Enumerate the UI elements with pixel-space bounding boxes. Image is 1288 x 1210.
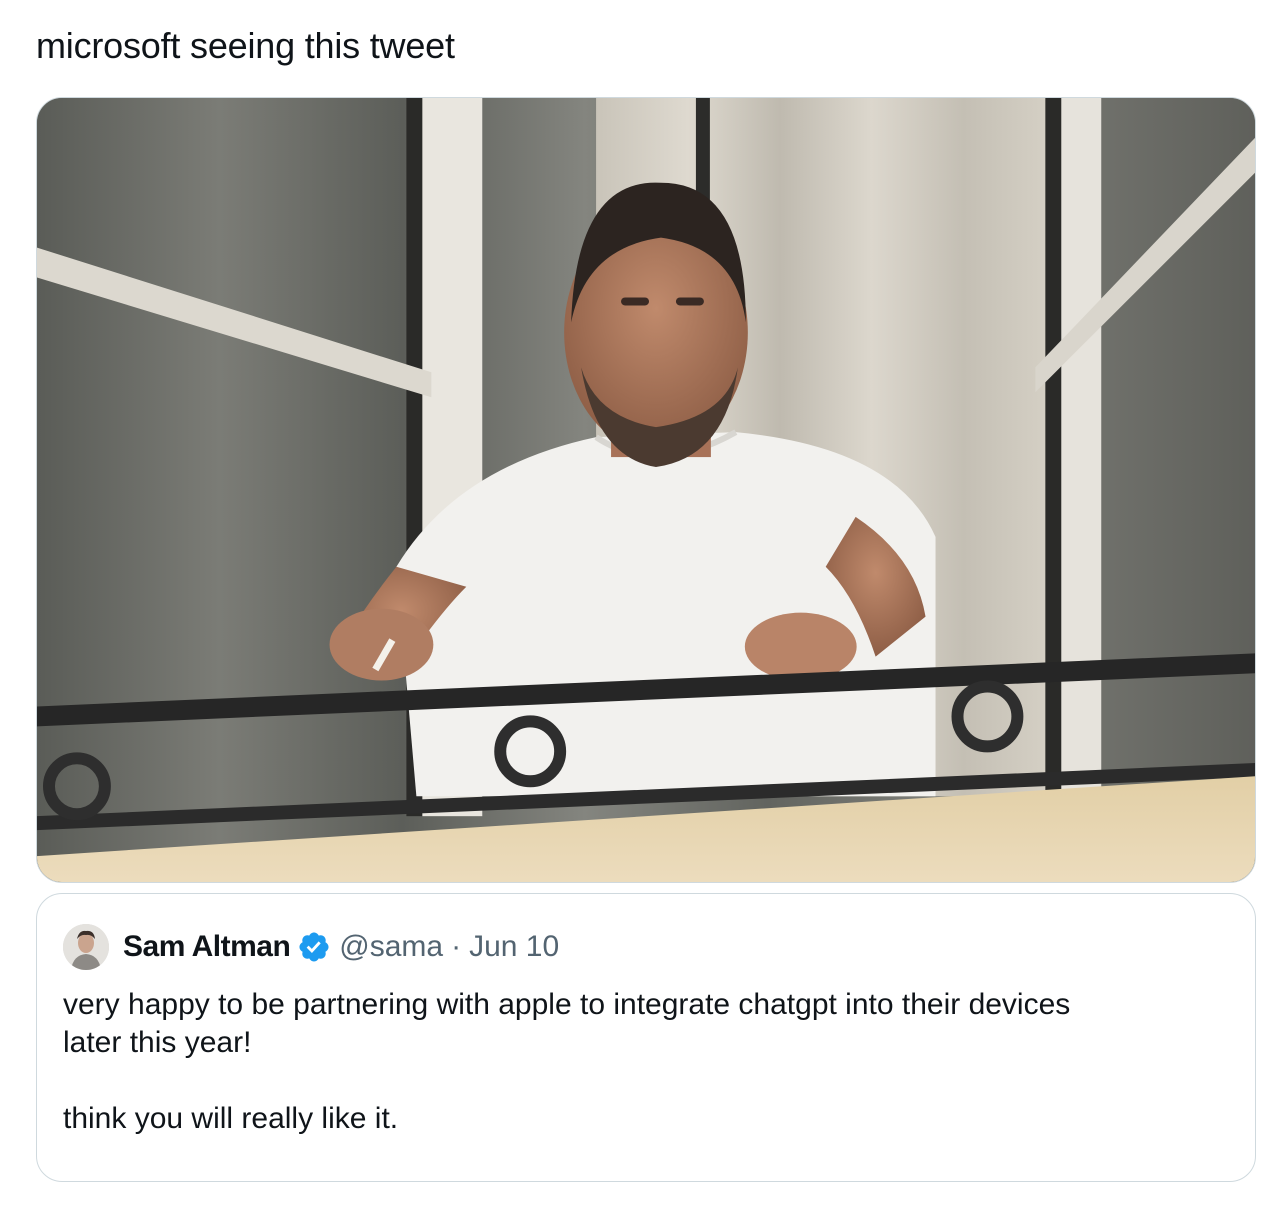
photo-illustration (37, 98, 1255, 882)
quoted-tweet-text: very happy to be partnering with apple t… (63, 988, 1071, 1135)
tweet-date[interactable]: Jun 10 (469, 930, 559, 964)
quoted-tweet[interactable]: Sam Altman @sama · Jun 10 very happy to … (36, 893, 1256, 1182)
separator: · (451, 930, 462, 963)
avatar[interactable] (63, 924, 109, 970)
handle[interactable]: @sama (339, 930, 443, 964)
verified-badge-icon (299, 932, 329, 962)
post-image[interactable] (36, 97, 1256, 883)
quoted-tweet-header: Sam Altman @sama · Jun 10 (63, 924, 559, 970)
display-name[interactable]: Sam Altman (123, 930, 291, 964)
post-text: microsoft seeing this tweet (36, 25, 455, 66)
